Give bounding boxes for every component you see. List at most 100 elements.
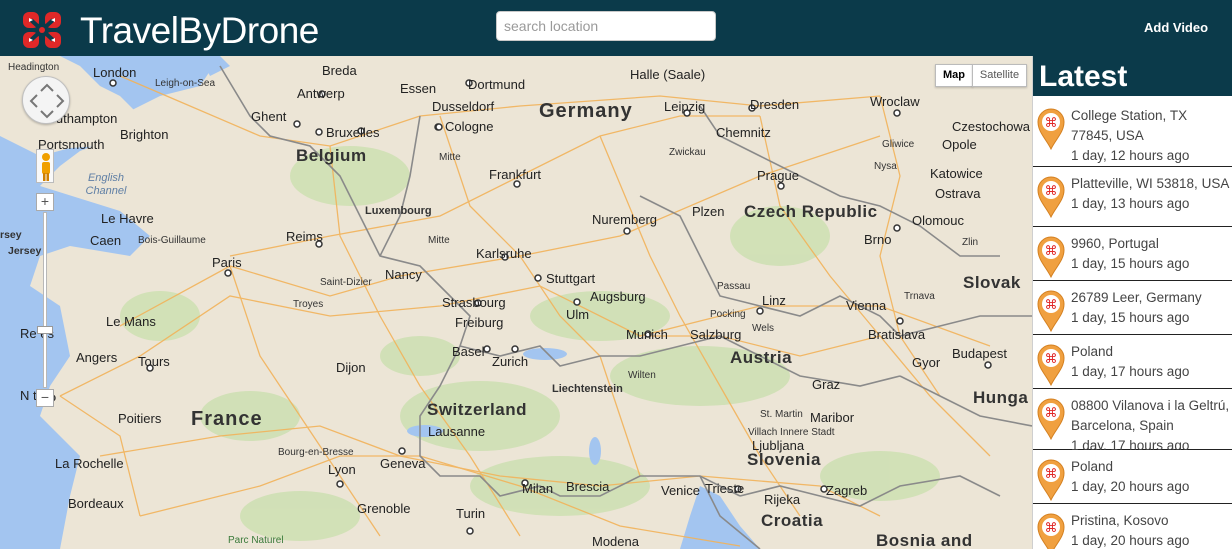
map-label-city: Bruxelles	[326, 125, 380, 140]
map-label-city: Wilten	[628, 370, 656, 381]
latest-item-time: 1 day, 20 hours ago	[1071, 479, 1190, 494]
latest-item[interactable]: ⌘ Poland 1 day, 20 hours ago	[1033, 450, 1232, 504]
pan-arrows-icon	[29, 83, 65, 119]
svg-text:⌘: ⌘	[1045, 298, 1058, 313]
brand-name[interactable]: TravelByDrone	[80, 11, 319, 51]
map-label-city: Ghent	[251, 109, 287, 124]
map-label-france: France	[191, 408, 263, 430]
map-label-city: Lyon	[328, 462, 356, 477]
latest-item-location: 9960, Portugal	[1071, 236, 1159, 251]
map-label-city: Munich	[626, 327, 668, 342]
map-label-city: Ulm	[566, 307, 590, 322]
top-header: TravelByDrone Add Video	[0, 0, 1232, 56]
location-pin-icon: ⌘	[1037, 459, 1065, 501]
map-label-city: La Rochelle	[55, 456, 124, 471]
map-label-city: Caen	[90, 233, 122, 248]
map-label-city: Geneva	[380, 456, 426, 471]
latest-item-location: 08800 Vilanova i la Geltrú, Barcelona, S…	[1071, 398, 1230, 433]
latest-item[interactable]: ⌘ Pristina, Kosovo 1 day, 20 hours ago	[1033, 504, 1232, 549]
latest-item[interactable]: ⌘ 08800 Vilanova i la Geltrú, Barcelona,…	[1033, 389, 1232, 453]
map-label-city: Freiburg	[455, 315, 504, 330]
latest-item[interactable]: ⌘ 26789 Leer, Germany 1 day, 15 hours ago	[1033, 281, 1232, 335]
map-label-city: Karlsruhe	[476, 246, 532, 261]
latest-item[interactable]: ⌘ College Station, TX 77845, USA 1 day, 1…	[1033, 99, 1232, 167]
map-label-city: Ostrava	[935, 186, 981, 201]
map-label-city: Tours	[138, 354, 170, 369]
map-type-satellite-button[interactable]: Satellite	[972, 64, 1027, 87]
map-label-slovenia: Slovenia	[747, 450, 821, 469]
map-label-city: Angers	[76, 350, 118, 365]
map-label-city: Halle (Saale)	[630, 67, 706, 82]
map-label-city: Rijeka	[764, 492, 801, 507]
zoom-slider-thumb[interactable]	[37, 326, 53, 334]
zoom-slider-track[interactable]	[43, 212, 47, 388]
map-canvas[interactable]: Germany Belgium France Switzerland Austr…	[0, 56, 1032, 549]
street-view-pegman-icon[interactable]	[36, 149, 54, 183]
map-label-city: Budapest	[952, 346, 1007, 361]
pan-control[interactable]	[22, 76, 70, 124]
map-label-city: Wels	[752, 323, 775, 334]
map-label-bosnia: Bosnia and	[876, 531, 973, 549]
map-label-city: Zagreb	[826, 483, 868, 498]
map-label-city: Dortmund	[468, 77, 526, 92]
zoom-in-button[interactable]: +	[36, 193, 54, 211]
map-label-city: Linz	[762, 293, 786, 308]
latest-item[interactable]: ⌘ Poland 1 day, 17 hours ago	[1033, 335, 1232, 389]
map-label-austria: Austria	[730, 348, 793, 367]
map-label-city: Bordeaux	[68, 496, 124, 511]
map-label-city: London	[93, 65, 137, 80]
map-label-city: Trnava	[904, 291, 935, 302]
location-pin-icon: ⌘	[1037, 176, 1065, 218]
map-label-city: Stuttgart	[546, 271, 596, 286]
map-label-city: Frankfurt	[489, 167, 542, 182]
map-label-city: Maribor	[810, 410, 855, 425]
location-pin-icon: ⌘	[1037, 290, 1065, 332]
latest-item[interactable]: ⌘ 9960, Portugal 1 day, 15 hours ago	[1033, 227, 1232, 281]
map-label-city: Antwerp	[297, 86, 345, 101]
latest-item-time: 1 day, 13 hours ago	[1071, 196, 1190, 211]
map-label-city: Paris	[212, 255, 242, 270]
map-label-city: Saint-Dizier	[320, 277, 372, 288]
map-label-city: Salzburg	[690, 327, 742, 342]
map-label-city: Zurich	[492, 354, 529, 369]
map-label-city: Passau	[717, 281, 751, 292]
map-label-city: St. Martin	[760, 409, 803, 420]
map-label-city: Venice	[661, 483, 701, 498]
map-label-city: Breda	[322, 63, 357, 78]
zoom-out-button[interactable]: −	[36, 389, 54, 407]
add-video-button[interactable]: Add Video	[1144, 20, 1208, 35]
map-label-city: Reims	[286, 229, 323, 244]
map-label-city: Jersey	[8, 245, 42, 257]
map-label-city: Milan	[522, 481, 554, 496]
location-pin-icon: ⌘	[1037, 108, 1065, 150]
map-label-city: Olomouc	[912, 213, 965, 228]
map-label-english-channel: English Channel	[85, 172, 127, 197]
svg-text:⌘: ⌘	[1045, 116, 1058, 131]
map-label-city: Modena	[592, 534, 639, 549]
map-label-city: Bourg-en-Bresse	[278, 447, 354, 458]
map-label-luxembourg: Luxembourg	[365, 205, 432, 217]
map-label-city: Mitte	[439, 152, 461, 163]
latest-title: Latest	[1033, 56, 1232, 96]
latest-item-location: Pristina, Kosovo	[1071, 513, 1169, 528]
map-label-switzerland: Switzerland	[427, 400, 527, 419]
search-location-input[interactable]	[496, 11, 716, 41]
latest-item-location: 26789 Leer, Germany	[1071, 290, 1202, 305]
map-label-city: Augsburg	[590, 289, 646, 304]
map-label-city: Zwickau	[669, 147, 706, 158]
latest-item[interactable]: ⌘ Platteville, WI 53818, USA 1 day, 13 ho…	[1033, 167, 1232, 227]
map-label-croatia: Croatia	[761, 511, 824, 530]
map-label-city: rsey	[0, 229, 22, 241]
map-type-map-button[interactable]: Map	[935, 64, 973, 87]
map-label-city: Bratislava	[868, 327, 926, 342]
map-label-city: Grenoble	[357, 501, 411, 516]
location-pin-icon: ⌘	[1037, 236, 1065, 278]
svg-text:⌘: ⌘	[1045, 244, 1058, 259]
map-label-city: Nuremberg	[592, 212, 658, 227]
map-label-city: Katowice	[930, 166, 983, 181]
drone-logo-icon[interactable]	[20, 10, 64, 50]
location-pin-icon: ⌘	[1037, 344, 1065, 386]
map-label-city: Lausanne	[428, 424, 486, 439]
latest-list: ⌘ College Station, TX 77845, USA 1 day, 1…	[1033, 99, 1232, 549]
latest-item-location: Poland	[1071, 459, 1114, 474]
